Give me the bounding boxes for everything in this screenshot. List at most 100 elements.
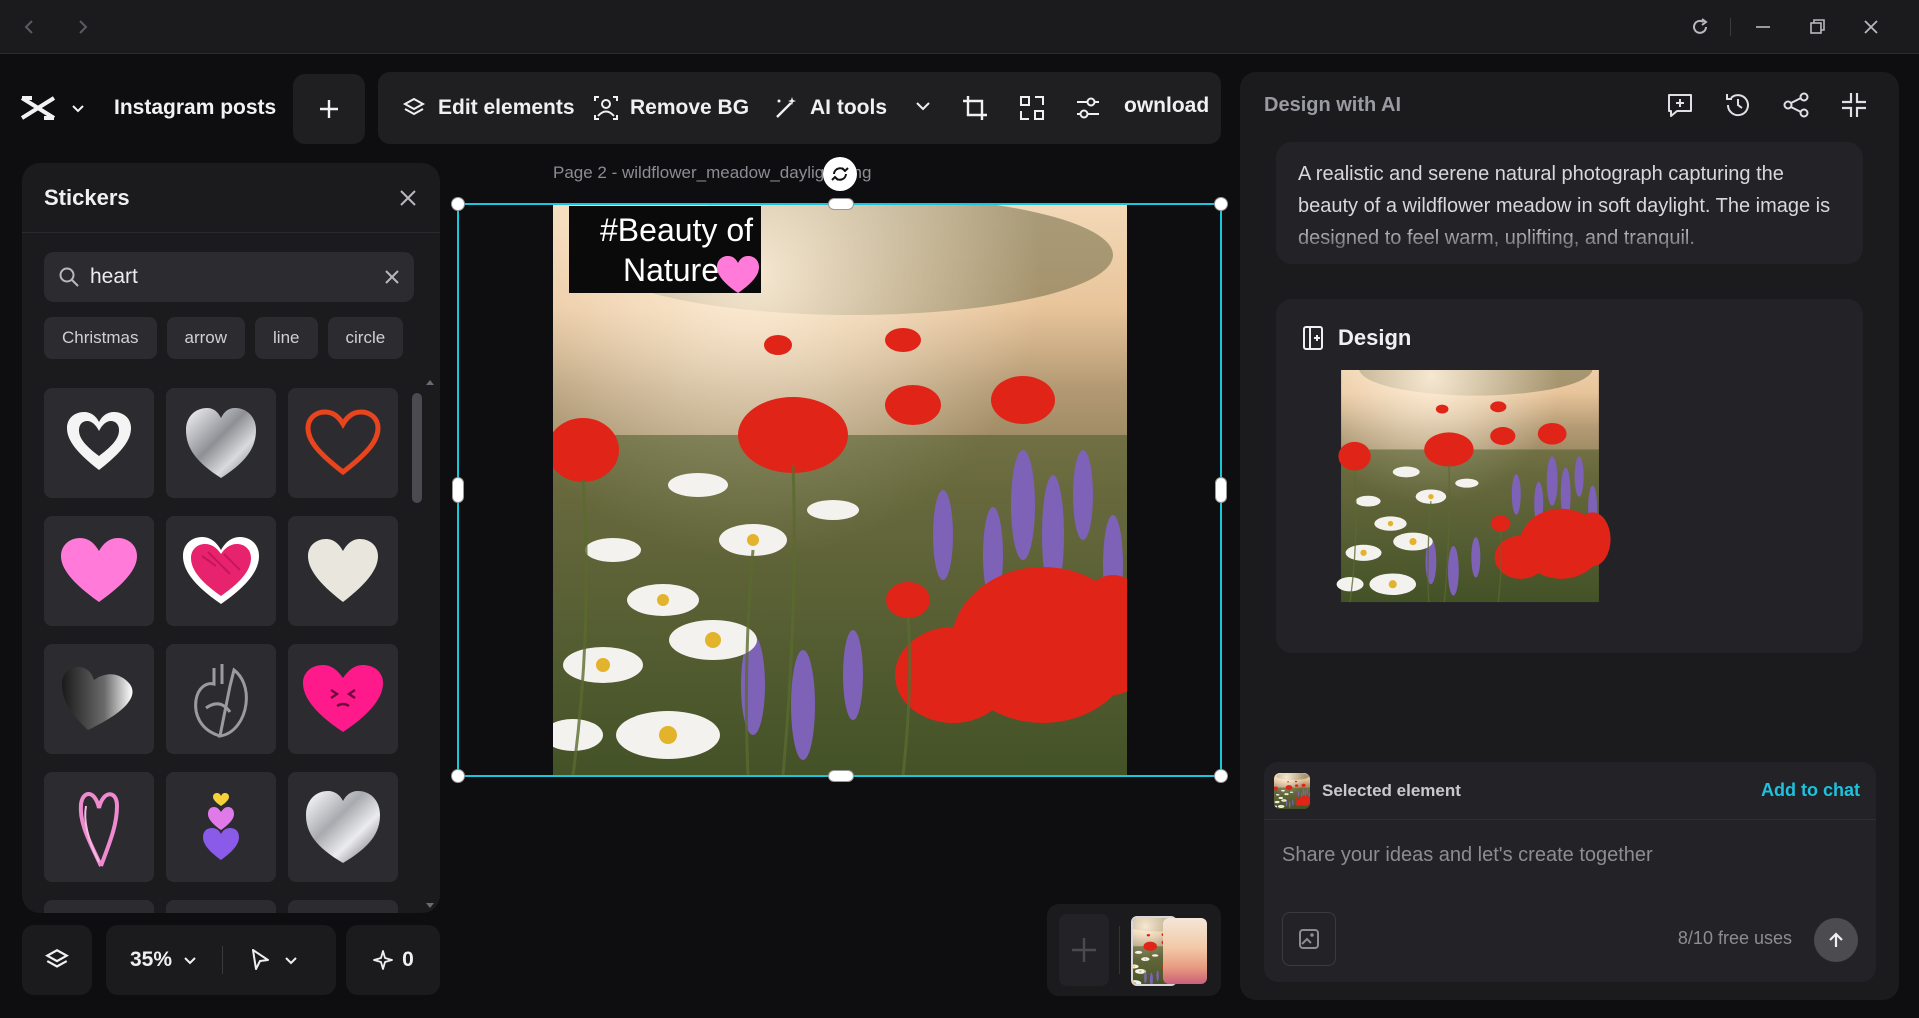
page-strip (1047, 904, 1221, 996)
forward-icon[interactable] (68, 12, 98, 42)
upload-image-button[interactable] (1282, 912, 1336, 966)
sticker-partial-3[interactable] (288, 900, 398, 913)
send-button[interactable] (1814, 918, 1858, 962)
remove-bg-button[interactable]: Remove BG (592, 94, 749, 122)
sticker-white-outline-heart[interactable] (44, 388, 154, 498)
plus-icon (1072, 938, 1096, 962)
crop-icon[interactable] (961, 94, 989, 122)
resize-handle-left[interactable] (452, 477, 464, 503)
scroll-down-icon[interactable] (426, 903, 434, 909)
edit-elements-button[interactable]: Edit elements (400, 94, 575, 122)
search-input[interactable]: heart (90, 265, 374, 289)
sticker-partial-2[interactable] (166, 900, 276, 913)
zoom-level[interactable]: 35% (130, 948, 172, 972)
sticker-stacked-hearts[interactable] (166, 772, 276, 882)
selection-frame[interactable] (451, 197, 1228, 783)
reload-icon[interactable] (1685, 12, 1715, 42)
ai-tools-label: AI tools (810, 96, 887, 119)
selected-element-thumb (1274, 773, 1310, 809)
capcut-logo-icon (20, 94, 56, 122)
fade-overlay (1276, 224, 1863, 264)
clear-search-icon[interactable] (384, 269, 400, 285)
rotate-handle[interactable] (823, 157, 857, 191)
divider (1730, 18, 1731, 36)
layers-button[interactable] (22, 925, 92, 995)
chat-composer: Selected element Add to chat Share your … (1264, 762, 1876, 982)
sticker-chrome-heart[interactable] (166, 388, 276, 498)
download-button[interactable]: ownload (1124, 94, 1209, 118)
close-panel-icon[interactable] (398, 188, 418, 208)
adjust-sliders-icon[interactable] (1074, 94, 1102, 122)
credits-button[interactable]: 0 (346, 925, 440, 995)
project-title[interactable]: Instagram posts (114, 96, 276, 120)
add-page-thumb-button[interactable] (1059, 914, 1109, 986)
pointer-chevron-icon[interactable] (283, 952, 299, 968)
design-result-card: Design (1276, 299, 1863, 653)
resize-handle-right[interactable] (1215, 477, 1227, 503)
sticker-pink-doodle-heart[interactable] (44, 772, 154, 882)
back-icon[interactable] (14, 12, 44, 42)
sticker-pink-heart[interactable] (44, 516, 154, 626)
resize-handle-bottom-right[interactable] (1214, 769, 1228, 783)
minimize-icon[interactable] (1748, 12, 1778, 42)
resize-handle-bottom[interactable] (828, 770, 854, 782)
project-menu[interactable]: Instagram posts (20, 80, 276, 136)
remove-bg-label: Remove BG (630, 96, 750, 119)
sticker-partial-1[interactable] (44, 900, 154, 913)
add-page-button[interactable] (293, 74, 365, 144)
main-toolbar: Edit elements Remove BG AI tools ownload (378, 72, 1221, 144)
chat-input[interactable]: Share your ideas and let's create togeth… (1282, 844, 1653, 867)
maximize-icon[interactable] (1802, 12, 1832, 42)
chevron-down-icon[interactable] (70, 100, 86, 116)
close-icon[interactable] (1856, 12, 1886, 42)
free-uses-count: 8/10 free uses (1677, 928, 1792, 948)
title-bar (0, 0, 1919, 54)
image-add-icon (1299, 929, 1319, 949)
new-chat-icon[interactable] (1665, 90, 1695, 120)
zoom-chevron-icon[interactable] (182, 952, 198, 968)
resize-handle-top-left[interactable] (451, 197, 465, 211)
design-thumbnail[interactable] (1300, 370, 1640, 626)
ai-tools-button[interactable]: AI tools (772, 94, 887, 122)
resize-handle-top-right[interactable] (1214, 197, 1228, 211)
plus-icon (320, 100, 338, 118)
sticker-black-gradient-heart[interactable] (44, 644, 154, 754)
chip-christmas[interactable]: Christmas (44, 317, 157, 359)
ai-panel-title: Design with AI (1264, 94, 1402, 116)
sticker-white-heart[interactable] (288, 516, 398, 626)
stickers-scrollbar[interactable] (412, 393, 422, 503)
sticker-search-field[interactable]: heart (44, 252, 414, 302)
share-icon[interactable] (1781, 90, 1811, 120)
divider (222, 946, 224, 974)
ai-tools-chevron-icon[interactable] (913, 96, 933, 116)
history-icon[interactable] (1723, 90, 1753, 120)
sticker-orange-outline-heart[interactable] (288, 388, 398, 498)
scroll-up-icon[interactable] (426, 379, 434, 385)
resize-handle-bottom-left[interactable] (451, 769, 465, 783)
sticker-grid (44, 388, 414, 913)
sticker-hot-pink-face-heart[interactable] (288, 644, 398, 754)
add-to-chat-button[interactable]: Add to chat (1761, 780, 1860, 801)
rotate-icon (831, 167, 849, 181)
resize-handle-top[interactable] (828, 198, 854, 210)
chip-arrow[interactable]: arrow (166, 317, 246, 359)
qr-scan-icon[interactable] (1018, 94, 1046, 122)
credits-count: 0 (402, 948, 414, 971)
pointer-icon[interactable] (247, 947, 273, 973)
chip-line[interactable]: line (255, 317, 318, 359)
sparkle-icon (372, 949, 394, 971)
sticker-anatomical-heart[interactable] (166, 644, 276, 754)
selected-element-label: Selected element (1322, 780, 1461, 800)
sticker-chrome-heart-2[interactable] (288, 772, 398, 882)
page-thumb-2[interactable] (1163, 918, 1207, 984)
ai-panel-actions (1665, 90, 1869, 120)
design-label: Design (1338, 325, 1412, 350)
stickers-title: Stickers (44, 184, 130, 210)
zoom-controls: 35% (106, 925, 336, 995)
sticker-sketch-pink-heart[interactable] (166, 516, 276, 626)
collapse-icon[interactable] (1839, 90, 1869, 120)
search-icon (58, 266, 80, 288)
chip-circle[interactable]: circle (327, 317, 404, 359)
suggestion-chips: Christmas arrow line circle (44, 317, 434, 359)
ai-message-card: A realistic and serene natural photograp… (1276, 142, 1863, 264)
